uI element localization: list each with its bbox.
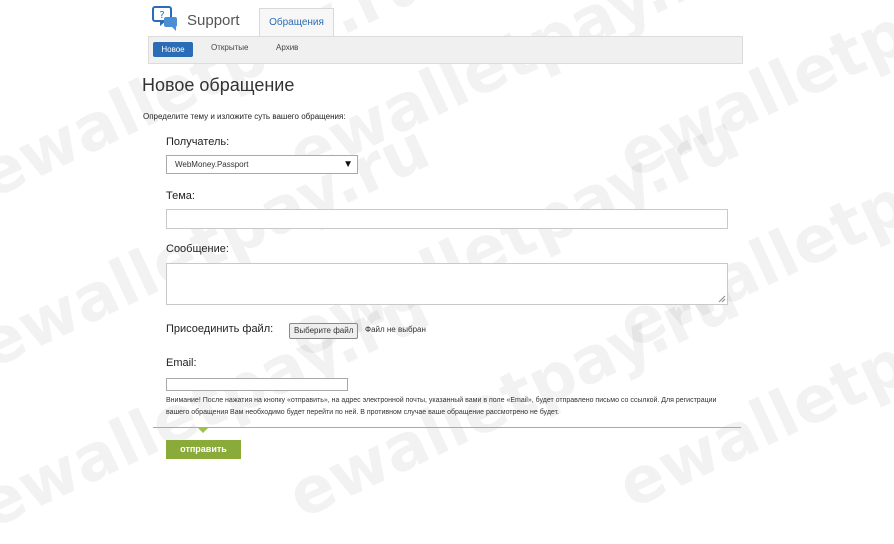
svg-text:?: ? [159, 10, 164, 21]
email-field[interactable] [166, 378, 348, 391]
subject-label: Тема: [166, 190, 195, 202]
caret-down-icon: ▼ [343, 159, 353, 170]
email-label: Email: [166, 357, 197, 369]
recipient-label: Получатель: [166, 136, 230, 148]
recipient-select[interactable]: WebMoney.Passport ▼ [166, 155, 358, 174]
message-textarea[interactable] [166, 263, 728, 305]
choose-file-button[interactable]: Выберите файл [289, 323, 359, 339]
notice-text: Внимание! После нажатия на кнопку «отпра… [166, 397, 717, 416]
watermark: ewalletpay.ru [0, 0, 441, 214]
submit-button[interactable]: отправить [166, 440, 241, 459]
app-brand: Support [187, 12, 240, 29]
divider-notch [197, 427, 209, 433]
message-label: Сообщение: [166, 243, 229, 255]
chat-question-icon: ? [152, 6, 178, 37]
page-intro: Определите тему и изложите суть вашего о… [143, 112, 346, 121]
subnav-item-archive[interactable]: Архив [276, 43, 298, 52]
tab-requests[interactable]: Обращения [259, 8, 334, 37]
attach-label: Присоединить файл: [166, 323, 274, 335]
subject-input[interactable] [166, 209, 728, 229]
page-title: Новое обращение [142, 75, 295, 95]
subnav-item-open[interactable]: Открытые [211, 43, 248, 52]
subnav: Новое Открытые Архив [148, 36, 743, 64]
watermark: ewalletpay.ru [607, 0, 894, 194]
subnav-item-new[interactable]: Новое [153, 42, 193, 57]
resize-handle-icon[interactable] [718, 295, 726, 303]
recipient-value: WebMoney.Passport [175, 160, 249, 169]
divider [153, 427, 741, 428]
file-status: Файл не выбран [365, 325, 426, 334]
